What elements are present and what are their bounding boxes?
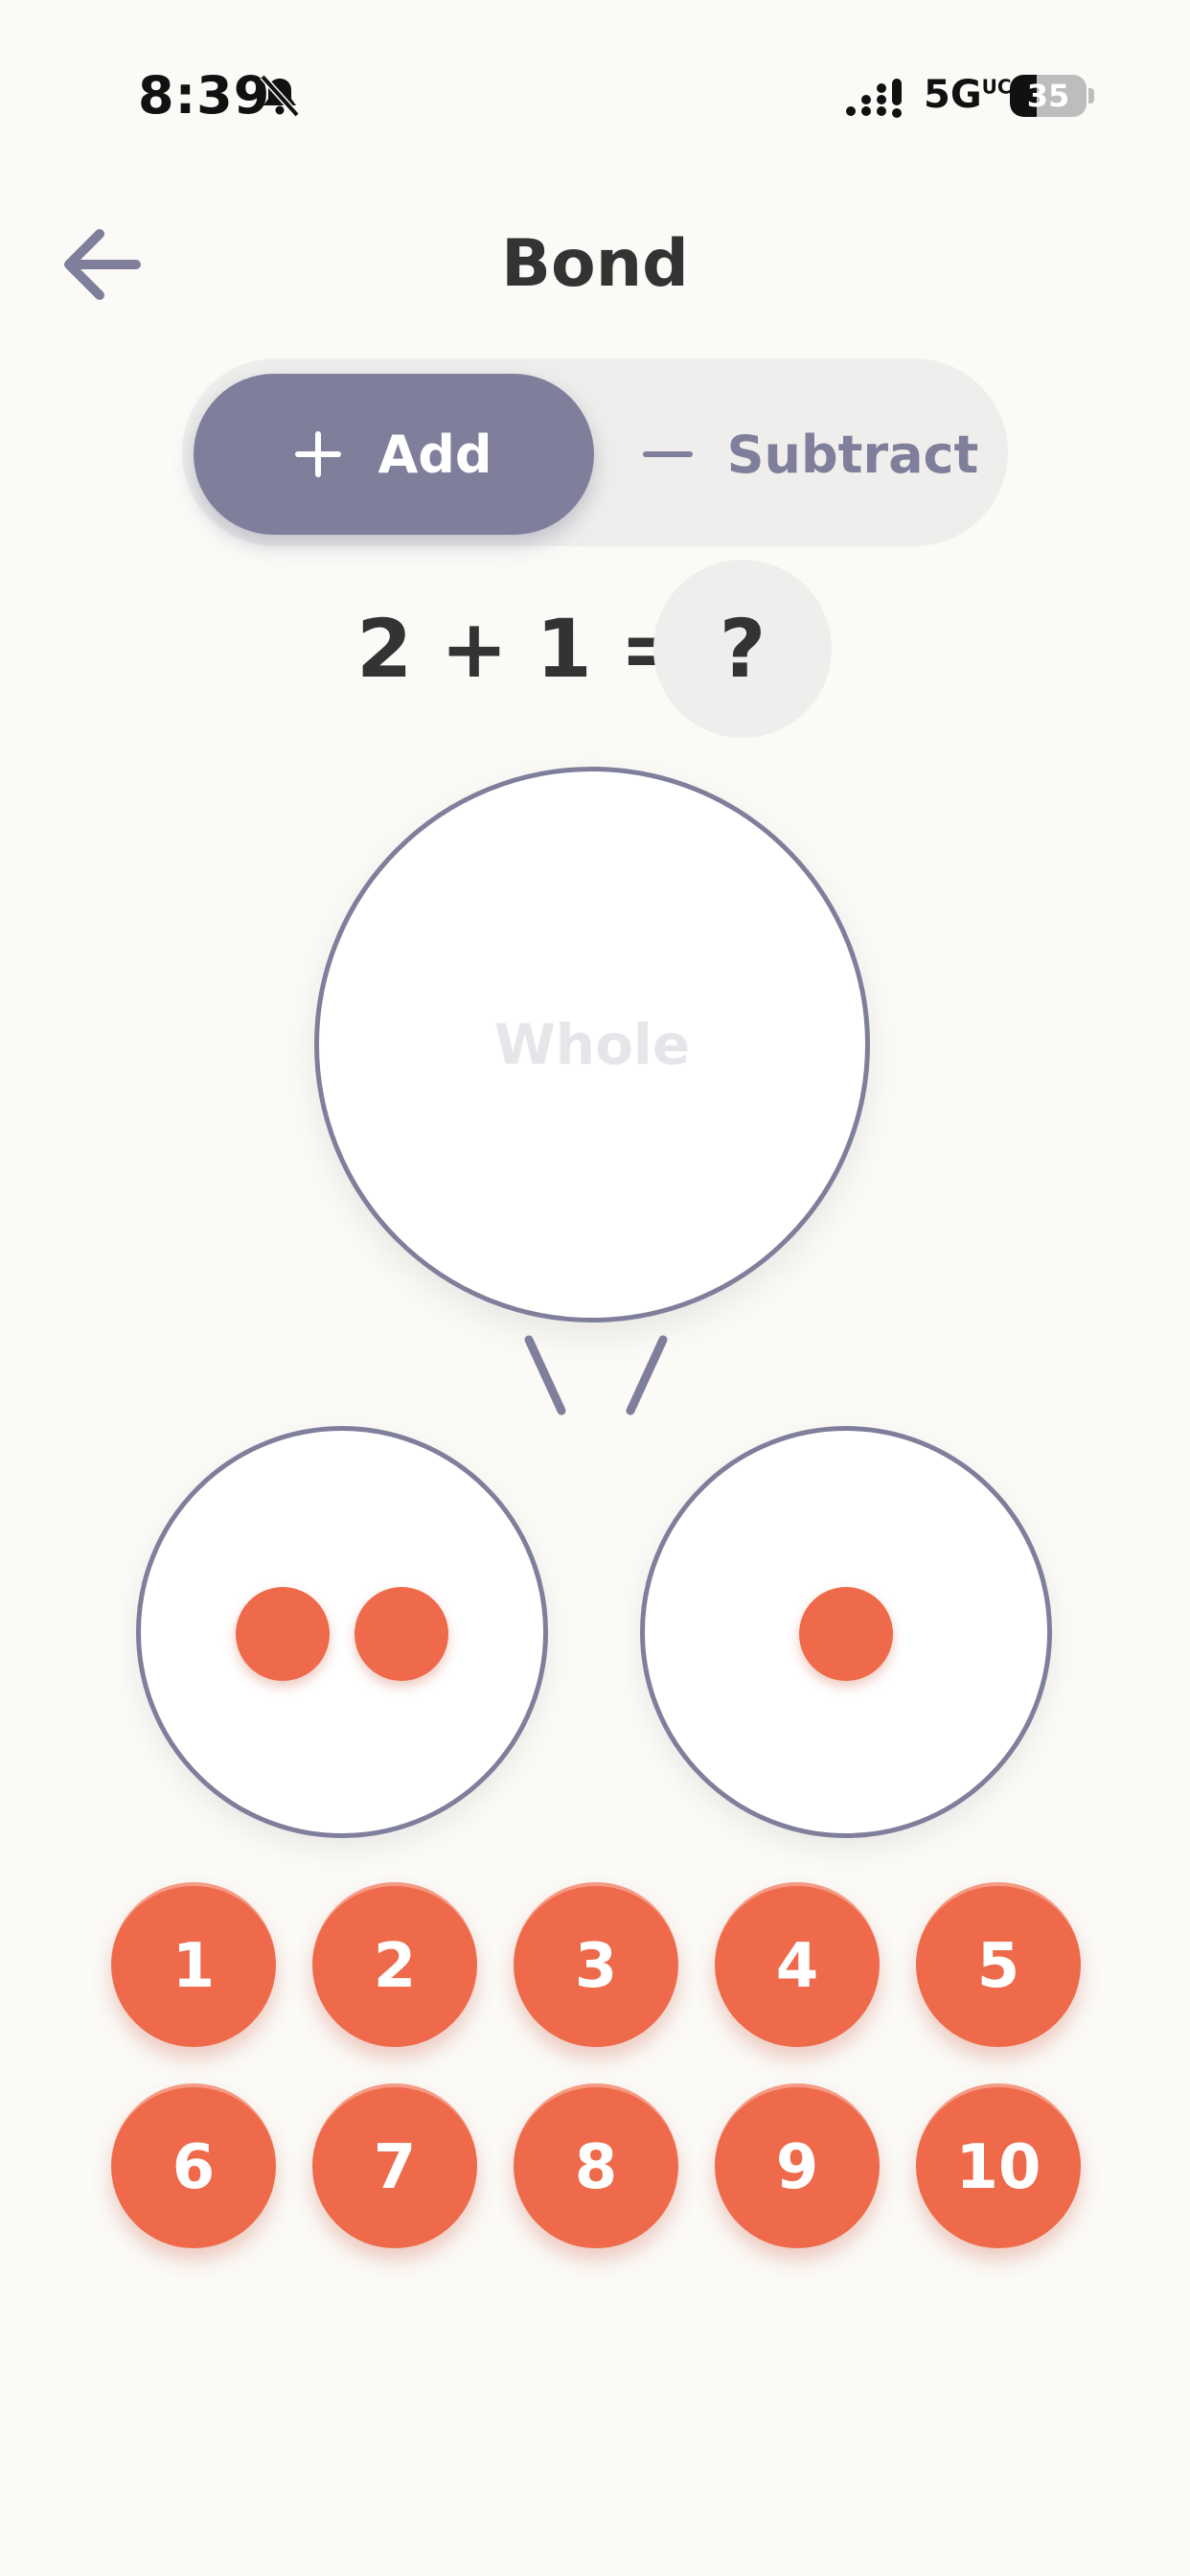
subtract-mode-button[interactable]: Subtract: [632, 374, 989, 535]
add-mode-button[interactable]: Add: [194, 374, 594, 535]
number-button-2[interactable]: 2: [312, 1882, 477, 2047]
number-button-4[interactable]: 4: [715, 1882, 880, 2047]
counter-dot[interactable]: [236, 1587, 330, 1681]
number-button-3[interactable]: 3: [514, 1882, 678, 2047]
number-button-5[interactable]: 5: [916, 1882, 1081, 2047]
number-button-8[interactable]: 8: [514, 2083, 678, 2248]
signal-icon: [846, 79, 902, 118]
plus-icon: [295, 431, 342, 477]
add-mode-label: Add: [378, 424, 492, 485]
number-button-1[interactable]: 1: [111, 1882, 276, 2047]
equation: 2 + 1 =: [356, 602, 688, 696]
subtract-mode-label: Subtract: [726, 424, 979, 485]
battery-level: 35: [1026, 78, 1070, 114]
number-button-9[interactable]: 9: [715, 2083, 880, 2248]
number-button-10[interactable]: 10: [916, 2083, 1081, 2248]
connector-left: [524, 1335, 566, 1415]
counter-dot[interactable]: [355, 1587, 448, 1681]
page-title: Bond: [501, 226, 689, 302]
answer-slot[interactable]: ?: [653, 560, 832, 738]
part-circle-right[interactable]: [640, 1426, 1052, 1838]
battery-cap: [1088, 88, 1094, 104]
answer-placeholder: ?: [719, 602, 767, 696]
number-button-7[interactable]: 7: [312, 2083, 477, 2248]
battery-icon: 35: [1010, 75, 1087, 117]
status-time: 8:39: [138, 65, 271, 126]
bond-connector: [524, 1335, 668, 1415]
connector-right: [626, 1335, 668, 1415]
number-button-6[interactable]: 6: [111, 2083, 276, 2248]
counter-dot[interactable]: [799, 1587, 893, 1681]
whole-label: Whole: [493, 1012, 691, 1077]
minus-icon: [642, 451, 693, 457]
part-circle-left[interactable]: [136, 1426, 548, 1838]
network-type: 5GUC: [924, 73, 1012, 117]
whole-circle[interactable]: Whole: [314, 767, 870, 1322]
bell-muted-icon: [260, 74, 300, 118]
